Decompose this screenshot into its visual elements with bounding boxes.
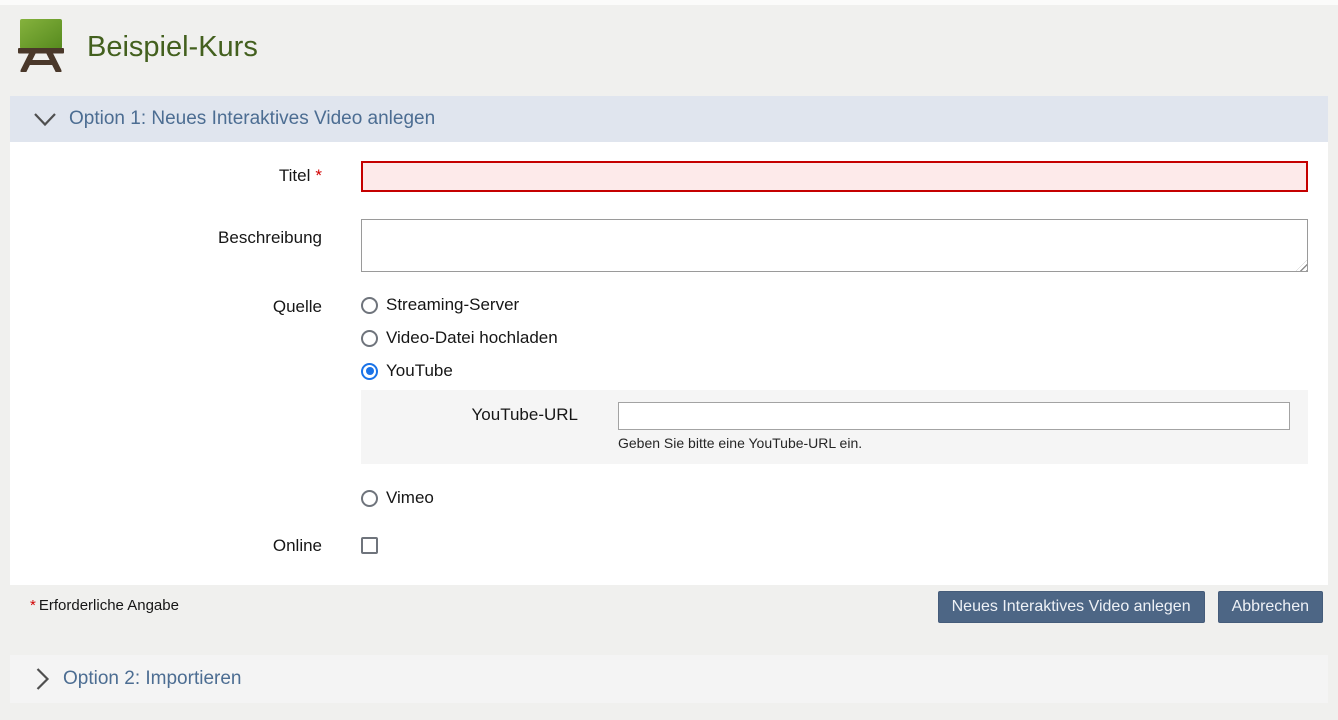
option1-panel: Option 1: Neues Interaktives Video anleg…	[10, 96, 1328, 585]
radio-option-streaming-server[interactable]: Streaming-Server	[361, 295, 519, 315]
description-textarea[interactable]	[361, 219, 1308, 272]
option2-section-title: Option 2: Importieren	[63, 668, 241, 690]
required-asterisk: *	[30, 597, 36, 614]
course-easel-icon	[17, 18, 65, 72]
form-actions: Neues Interaktives Video anlegen Abbrech…	[938, 591, 1323, 623]
source-label: Quelle	[10, 297, 322, 317]
radio-option-youtube[interactable]: YouTube	[361, 361, 453, 381]
title-label: Titel*	[10, 166, 322, 186]
cancel-button[interactable]: Abbrechen	[1218, 591, 1323, 623]
chevron-down-icon	[33, 112, 57, 127]
youtube-url-label: YouTube-URL	[361, 405, 578, 425]
radio-selected-icon[interactable]	[361, 363, 378, 380]
app-header: Beispiel-Kurs	[0, 5, 1338, 95]
option2-section-header[interactable]: Option 2: Importieren	[10, 655, 1328, 703]
radio-unselected-icon[interactable]	[361, 297, 378, 314]
description-label: Beschreibung	[10, 228, 322, 248]
option1-section-title: Option 1: Neues Interaktives Video anleg…	[69, 108, 435, 130]
radio-unselected-icon[interactable]	[361, 330, 378, 347]
required-asterisk: *	[315, 166, 322, 185]
radio-option-video-upload[interactable]: Video-Datei hochladen	[361, 328, 558, 348]
radio-unselected-icon[interactable]	[361, 490, 378, 507]
option1-section-header[interactable]: Option 1: Neues Interaktives Video anleg…	[10, 96, 1328, 142]
youtube-url-hint: Geben Sie bitte eine YouTube-URL ein.	[618, 435, 862, 451]
required-note: *Erforderliche Angabe	[30, 597, 179, 614]
submit-button[interactable]: Neues Interaktives Video anlegen	[938, 591, 1205, 623]
title-input[interactable]	[361, 161, 1308, 192]
online-label: Online	[10, 536, 322, 556]
youtube-url-subpanel: YouTube-URL Geben Sie bitte eine YouTube…	[361, 390, 1308, 464]
radio-option-vimeo[interactable]: Vimeo	[361, 488, 434, 508]
youtube-url-input[interactable]	[618, 402, 1290, 430]
create-video-form: Titel* Beschreibung Quelle Streaming-Ser…	[10, 142, 1328, 585]
form-footer: *Erforderliche Angabe Neues Interaktives…	[10, 585, 1328, 655]
chevron-right-icon	[35, 667, 50, 691]
page-title: Beispiel-Kurs	[87, 31, 258, 64]
online-checkbox[interactable]	[361, 537, 378, 554]
